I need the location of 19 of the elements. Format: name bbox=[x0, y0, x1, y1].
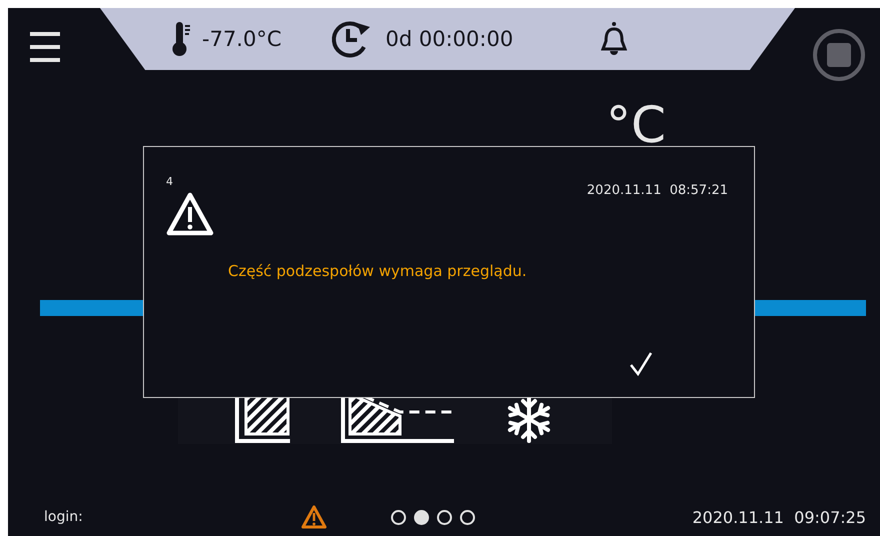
timer-value: 0d 00:00:00 bbox=[386, 27, 514, 51]
chamber-temperature: -77.0°C bbox=[202, 27, 282, 51]
confirm-checkmark-icon[interactable] bbox=[628, 351, 654, 377]
warning-icon bbox=[166, 192, 214, 236]
alarm-timestamp: 2020.11.11 08:57:21 bbox=[586, 183, 728, 200]
stop-button[interactable] bbox=[812, 28, 866, 82]
alarm-message: Część podzespołów wymaga przeglądu. bbox=[228, 262, 528, 280]
temperature-unit: °C bbox=[606, 100, 666, 150]
page-indicator[interactable] bbox=[390, 510, 406, 524]
current-datetime: 2020.11.11 09:07:25 bbox=[692, 508, 866, 526]
login-label[interactable]: login: bbox=[44, 509, 83, 525]
warning-icon[interactable] bbox=[300, 505, 327, 529]
page-indicator[interactable] bbox=[436, 510, 452, 524]
thermometer-icon bbox=[172, 21, 192, 57]
page-indicator[interactable] bbox=[414, 510, 429, 524]
page-indicator[interactable] bbox=[460, 510, 475, 524]
alarm-number: 4 bbox=[166, 175, 174, 188]
bell-icon[interactable] bbox=[601, 21, 628, 57]
menu-icon[interactable] bbox=[30, 30, 60, 64]
